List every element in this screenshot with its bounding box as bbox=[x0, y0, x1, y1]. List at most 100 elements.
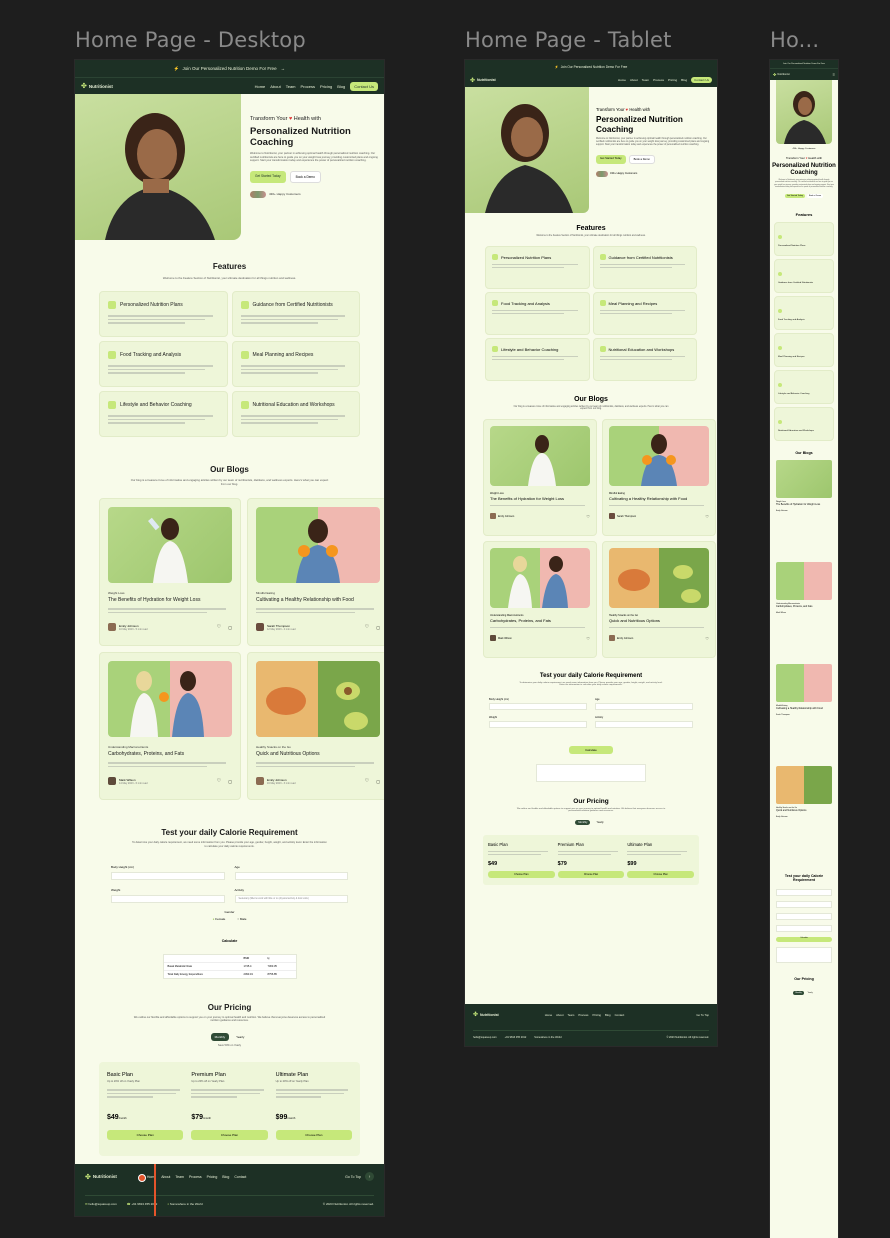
height-input[interactable] bbox=[111, 871, 225, 880]
footer-phone[interactable]: ☎ +91 9813 455 2012 bbox=[127, 1202, 158, 1206]
yearly-toggle[interactable]: Yearly bbox=[806, 991, 815, 995]
footer-link-team[interactable]: Team bbox=[567, 1013, 574, 1017]
footer-link-about[interactable]: About bbox=[556, 1013, 563, 1017]
monthly-toggle[interactable]: Monthly bbox=[210, 1033, 230, 1042]
calculate-button[interactable]: Calculate bbox=[776, 936, 832, 942]
yearly-toggle[interactable]: Yearly bbox=[593, 820, 606, 825]
heart-icon[interactable]: ♡ bbox=[217, 778, 221, 784]
nav-item-team[interactable]: Team bbox=[642, 78, 649, 82]
choose-plan-button[interactable]: Choose Plan bbox=[557, 871, 625, 879]
footer-link-pricing[interactable]: Pricing bbox=[592, 1013, 601, 1017]
choose-plan-button[interactable]: Choose Plan bbox=[627, 871, 695, 879]
blog-card[interactable]: Healthy Snacks on the Go Quick and Nutri… bbox=[247, 652, 384, 800]
gender-radio-male[interactable]: ○ Male bbox=[237, 917, 246, 921]
contact-button[interactable]: Contact Us bbox=[691, 77, 712, 83]
blog-card[interactable]: Mindful Eating Cultivating a Healthy Rel… bbox=[247, 498, 384, 646]
comment-icon[interactable]: ▢ bbox=[376, 779, 380, 784]
go-to-top-link[interactable]: Go To Top bbox=[345, 1175, 361, 1179]
nav-item-blog[interactable]: Blog bbox=[337, 84, 345, 89]
heart-icon[interactable]: ♡ bbox=[365, 624, 369, 630]
footer-link-contact[interactable]: Contact bbox=[234, 1175, 246, 1179]
promo-bar[interactable]: ⚡ Join Our Personalized Nutrition Demo F… bbox=[75, 60, 384, 77]
get-started-button[interactable]: Get Started Today bbox=[250, 170, 286, 183]
get-started-button[interactable]: Get Started Today bbox=[596, 154, 626, 164]
blog-card[interactable]: Understanding Macronutrients Carbohydrat… bbox=[99, 652, 241, 800]
footer-email[interactable]: hello@squareup.com bbox=[473, 1036, 497, 1039]
blog-card[interactable]: Weight Loss The Benefits of Hydration fo… bbox=[483, 419, 597, 536]
blog-card[interactable]: Understanding Macronutrients Carbohydrat… bbox=[483, 541, 597, 658]
comment-icon[interactable]: ▢ bbox=[376, 625, 380, 630]
activity-select[interactable]: Sedentary (little/no work with little or… bbox=[234, 894, 348, 903]
footer-link-process[interactable]: Process bbox=[189, 1175, 202, 1179]
footer-email[interactable]: ✉ hello@squareup.com bbox=[85, 1202, 117, 1206]
footer-link-team[interactable]: Team bbox=[175, 1175, 184, 1179]
nav-item-about[interactable]: About bbox=[270, 84, 280, 89]
comment-icon[interactable]: ▢ bbox=[228, 779, 232, 784]
choose-plan-button[interactable]: Choose Plan bbox=[488, 871, 555, 879]
promo-bar[interactable]: ⚡ Join Our Personalized Nutrition Demo F… bbox=[465, 60, 717, 73]
nav-item-about[interactable]: About bbox=[630, 78, 638, 82]
nav-item-process[interactable]: Process bbox=[653, 78, 664, 82]
nav-item-blog[interactable]: Blog bbox=[681, 78, 687, 82]
menu-icon[interactable]: ≡ bbox=[833, 72, 835, 77]
blog-card[interactable]: Understanding Macronutrients Carbohydrate… bbox=[776, 561, 832, 658]
go-to-top-link[interactable]: Go To Top bbox=[696, 1013, 709, 1017]
promo-bar[interactable]: Join Our Personalized Nutrition Demo For… bbox=[770, 60, 838, 68]
weight-input[interactable] bbox=[489, 721, 587, 728]
contact-button[interactable]: Contact Us bbox=[350, 81, 378, 91]
arrow-up-icon[interactable]: ↑ bbox=[365, 1172, 374, 1181]
height-input[interactable] bbox=[776, 888, 832, 896]
footer-link-contact[interactable]: Contact bbox=[615, 1013, 625, 1017]
monthly-toggle[interactable]: Monthly bbox=[793, 990, 804, 995]
nav-item-process[interactable]: Process bbox=[301, 84, 315, 89]
book-demo-button[interactable]: Book a Demo bbox=[806, 193, 824, 198]
footer-link-home[interactable]: Home bbox=[545, 1013, 552, 1017]
heart-icon[interactable]: ♡ bbox=[705, 514, 709, 519]
footer-link-blog[interactable]: Blog bbox=[605, 1013, 611, 1017]
gender-radio-female[interactable]: ● Female bbox=[213, 917, 226, 921]
age-input[interactable] bbox=[234, 871, 348, 880]
footer-phone[interactable]: +91 9813 455 2012 bbox=[505, 1036, 527, 1039]
activity-select[interactable] bbox=[595, 721, 693, 728]
footer-link-process[interactable]: Process bbox=[578, 1013, 588, 1017]
heart-icon[interactable]: ♡ bbox=[586, 636, 590, 641]
weight-input[interactable] bbox=[111, 894, 225, 903]
footer-link-blog[interactable]: Blog bbox=[222, 1175, 229, 1179]
choose-plan-button[interactable]: Choose Plan bbox=[191, 1129, 268, 1140]
heart-icon[interactable]: ♡ bbox=[365, 778, 369, 784]
age-input[interactable] bbox=[595, 703, 693, 710]
blog-card[interactable]: Mindful Eating Cultivating a Healthy Rel… bbox=[602, 419, 716, 536]
plan-price: $49 bbox=[107, 1113, 119, 1121]
nav-item-pricing[interactable]: Pricing bbox=[668, 78, 677, 82]
choose-plan-button[interactable]: Choose Plan bbox=[275, 1129, 352, 1140]
calculate-button[interactable]: Calculate bbox=[216, 937, 244, 945]
blog-card[interactable]: Weight Loss The Benefits of Hydration for… bbox=[776, 459, 832, 556]
activity-select[interactable] bbox=[776, 924, 832, 932]
choose-plan-button[interactable]: Choose Plan bbox=[107, 1129, 184, 1140]
blog-card[interactable]: Mindful Eating Cultivating a Healthy Rela… bbox=[776, 663, 832, 760]
get-started-button[interactable]: Get Started Today bbox=[784, 193, 805, 198]
age-input[interactable] bbox=[776, 900, 832, 908]
footer-link-pricing[interactable]: Pricing bbox=[207, 1175, 218, 1179]
book-demo-button[interactable]: Book a Demo bbox=[289, 170, 321, 183]
monthly-toggle[interactable]: Monthly bbox=[575, 820, 591, 825]
blog-card[interactable]: Healthy Snacks on the Go Quick and Nutri… bbox=[602, 541, 716, 658]
nav-item-pricing[interactable]: Pricing bbox=[320, 84, 332, 89]
book-demo-button[interactable]: Book a Demo bbox=[628, 154, 655, 164]
nav-item-team[interactable]: Team bbox=[286, 84, 296, 89]
blog-card[interactable]: Healthy Snacks on the Go Quick and Nutrit… bbox=[776, 765, 832, 862]
footer-link-about[interactable]: About bbox=[161, 1175, 170, 1179]
weight-input[interactable] bbox=[776, 912, 832, 920]
heart-icon[interactable]: ♡ bbox=[586, 514, 590, 519]
nav-item-home[interactable]: Home bbox=[255, 84, 266, 89]
comment-icon[interactable]: ▢ bbox=[228, 625, 232, 630]
height-input[interactable] bbox=[489, 703, 587, 710]
blog-card[interactable]: Weight Loss The Benefits of Hydration fo… bbox=[99, 498, 241, 646]
heart-icon[interactable]: ♡ bbox=[705, 636, 709, 641]
gender-options: ● Female ○ Male bbox=[111, 917, 348, 921]
calculate-button[interactable]: Calculate bbox=[569, 746, 613, 754]
feature-card: Food Tracking and Analysis bbox=[485, 292, 590, 335]
yearly-toggle[interactable]: Yearly bbox=[232, 1033, 248, 1041]
heart-icon[interactable]: ♡ bbox=[217, 624, 221, 630]
nav-item-home[interactable]: Home bbox=[618, 78, 626, 82]
